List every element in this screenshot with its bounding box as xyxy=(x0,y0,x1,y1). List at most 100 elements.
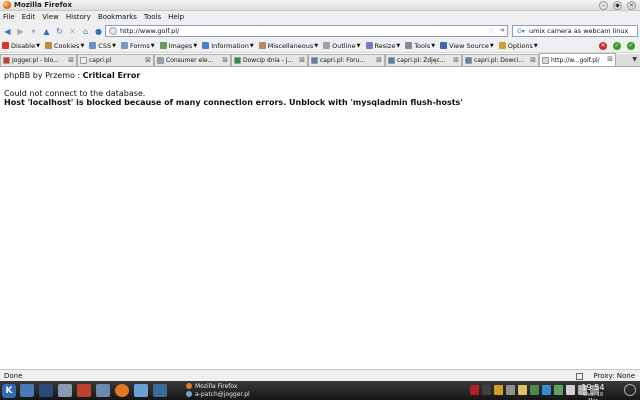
maximize-button[interactable]: ◆ xyxy=(613,1,622,10)
url-bar[interactable]: http://www.golf.pl/ ☆ ➜ xyxy=(105,25,508,37)
devbar-disable-button[interactable]: Disable ▼ xyxy=(2,42,40,50)
desktop-icon[interactable] xyxy=(20,384,34,397)
tab-favicon-icon xyxy=(465,57,472,64)
render-mode-icon[interactable]: ✓ xyxy=(627,42,635,50)
chevron-down-icon: ▼ xyxy=(356,42,361,49)
menu-bar: File Edit View History Bookmarks Tools H… xyxy=(0,11,640,23)
clock[interactable]: 19:54 Wed, 18 Mar xyxy=(578,383,608,400)
proxy-status[interactable]: Proxy: None xyxy=(576,372,635,380)
task-list: Mozilla Firefox a-patch@jogger.pl xyxy=(186,382,356,398)
browser-tab[interactable]: Jogger.pl - blo... ⊠ xyxy=(0,54,77,66)
tab-label: Consumer ele... xyxy=(166,57,214,64)
devbar-tools-button[interactable]: Tools ▼ xyxy=(405,42,435,50)
logout-icon[interactable] xyxy=(624,384,636,396)
tab-list-dropdown-icon[interactable]: ▼ xyxy=(632,56,637,63)
devbar-label: View Source xyxy=(449,41,489,50)
tray-update-icon[interactable] xyxy=(542,385,551,395)
search-box[interactable]: G▾ xyxy=(512,25,638,37)
devbar-forms-button[interactable]: Forms ▼ xyxy=(120,42,155,50)
browser-tab[interactable]: capri.pl: Foru... ⊠ xyxy=(308,54,385,66)
browser-tab[interactable]: Dowcip dnia - j... ⊠ xyxy=(231,54,308,66)
tab-favicon-icon xyxy=(157,57,164,64)
js-ok-icon[interactable]: ✓ xyxy=(613,42,621,50)
devbar-outline-icon xyxy=(323,42,331,49)
devbar-miscellaneous-button[interactable]: Miscellaneous ▼ xyxy=(258,42,318,50)
tray-notify-icon[interactable] xyxy=(494,385,503,395)
tray-battery-icon[interactable] xyxy=(530,385,539,395)
history-dropdown-icon[interactable]: ▾ xyxy=(28,26,39,37)
window-titlebar: Mozilla Firefox – ◆ × xyxy=(0,0,640,11)
desktop-pager-icon[interactable] xyxy=(153,384,167,397)
search-engine-icon[interactable]: G▾ xyxy=(513,26,529,36)
tab-close-icon[interactable]: ⊠ xyxy=(530,56,536,64)
devbar-css-button[interactable]: CSS ▼ xyxy=(89,42,116,50)
devbar-css-icon xyxy=(89,42,97,49)
browser-tab[interactable]: capri.pl ⊠ xyxy=(77,54,154,66)
devbar-images-button[interactable]: Images ▼ xyxy=(159,42,197,50)
firefox-launcher-icon[interactable] xyxy=(115,384,129,397)
network-icon[interactable] xyxy=(96,384,110,397)
browser-tab[interactable]: capri.pl: Dowci... ⊠ xyxy=(462,54,539,66)
home-icon[interactable]: ⌂ xyxy=(80,26,91,37)
devbar-outline-button[interactable]: Outline ▼ xyxy=(323,42,361,50)
up-arrow-icon[interactable]: ▲ xyxy=(41,26,52,37)
tab-close-icon[interactable]: ⊠ xyxy=(145,56,151,64)
file-manager-icon[interactable] xyxy=(134,384,148,397)
tray-signal-icon[interactable] xyxy=(554,385,563,395)
menu-file[interactable]: File xyxy=(3,13,15,21)
tab-close-icon[interactable]: ⊠ xyxy=(299,56,305,64)
browser-tab[interactable]: http://w...golf.pl/ ⊠ xyxy=(539,53,616,66)
menu-history[interactable]: History xyxy=(66,13,91,21)
tray-misc-icon[interactable] xyxy=(566,385,575,395)
menu-help[interactable]: Help xyxy=(168,13,184,21)
task-firefox[interactable]: Mozilla Firefox xyxy=(186,382,356,390)
bookmark-star-icon[interactable]: ☆ xyxy=(488,26,495,35)
menu-bookmarks[interactable]: Bookmarks xyxy=(98,13,137,21)
search-input[interactable] xyxy=(529,27,637,35)
browser-tab[interactable]: capri.pl: Zdjęc... ⊠ xyxy=(385,54,462,66)
host-blocked-error: Host 'localhost' is blocked because of m… xyxy=(4,98,463,107)
devbar-cookies-button[interactable]: Cookies ▼ xyxy=(44,42,84,50)
menu-view[interactable]: View xyxy=(42,13,59,21)
back-arrow-icon[interactable]: ◀ xyxy=(2,26,13,37)
devbar-view-source-button[interactable]: View Source ▼ xyxy=(440,42,494,50)
go-arrow-icon[interactable]: ➜ xyxy=(499,26,505,34)
tray-volume-icon[interactable] xyxy=(506,385,515,395)
tray-network-icon[interactable] xyxy=(482,385,491,395)
terminal-icon[interactable] xyxy=(39,384,53,397)
devbar-resize-button[interactable]: Resize ▼ xyxy=(365,42,400,50)
browser-tab[interactable]: Consumer ele... ⊠ xyxy=(154,54,231,66)
tab-close-icon[interactable]: ⊠ xyxy=(453,56,459,64)
app-icon[interactable] xyxy=(77,384,91,397)
bookmark-page-icon[interactable]: ● xyxy=(93,26,104,37)
tab-close-icon[interactable]: ⊠ xyxy=(68,56,74,64)
forward-arrow-icon[interactable]: ▶ xyxy=(15,26,26,37)
menu-tools[interactable]: Tools xyxy=(144,13,161,21)
devbar-options-button[interactable]: Options ▼ xyxy=(498,41,538,50)
reload-icon[interactable]: ↻ xyxy=(54,26,65,37)
devbar-label: Options xyxy=(507,41,533,50)
tab-label: Dowcip dnia - j... xyxy=(243,57,294,64)
site-identity-icon[interactable] xyxy=(109,27,117,35)
tab-favicon-icon xyxy=(3,57,10,64)
css-error-icon[interactable]: ✕ xyxy=(599,42,607,50)
task-chat[interactable]: a-patch@jogger.pl xyxy=(186,390,356,398)
tray-klipper-icon[interactable] xyxy=(518,385,527,395)
stop-icon[interactable]: ✕ xyxy=(67,26,78,37)
tab-close-icon[interactable]: ⊠ xyxy=(607,55,613,63)
chevron-down-icon: ▼ xyxy=(431,42,436,49)
tray-app-icon[interactable] xyxy=(470,385,479,395)
proxy-label: Proxy: None xyxy=(593,372,635,380)
menu-edit[interactable]: Edit xyxy=(22,13,36,21)
tools-icon[interactable] xyxy=(58,384,72,397)
tab-close-icon[interactable]: ⊠ xyxy=(222,56,228,64)
kde-menu-icon[interactable]: K xyxy=(2,383,16,398)
tab-label: capri.pl: Zdjęc... xyxy=(397,57,446,64)
proxy-icon[interactable] xyxy=(576,372,584,380)
devbar-information-button[interactable]: Information ▼ xyxy=(202,42,254,50)
tab-close-icon[interactable]: ⊠ xyxy=(376,56,382,64)
url-text[interactable]: http://www.golf.pl/ xyxy=(120,27,179,35)
tab-favicon-icon xyxy=(388,57,395,64)
minimize-button[interactable]: – xyxy=(599,1,608,10)
close-window-button[interactable]: × xyxy=(627,1,636,10)
